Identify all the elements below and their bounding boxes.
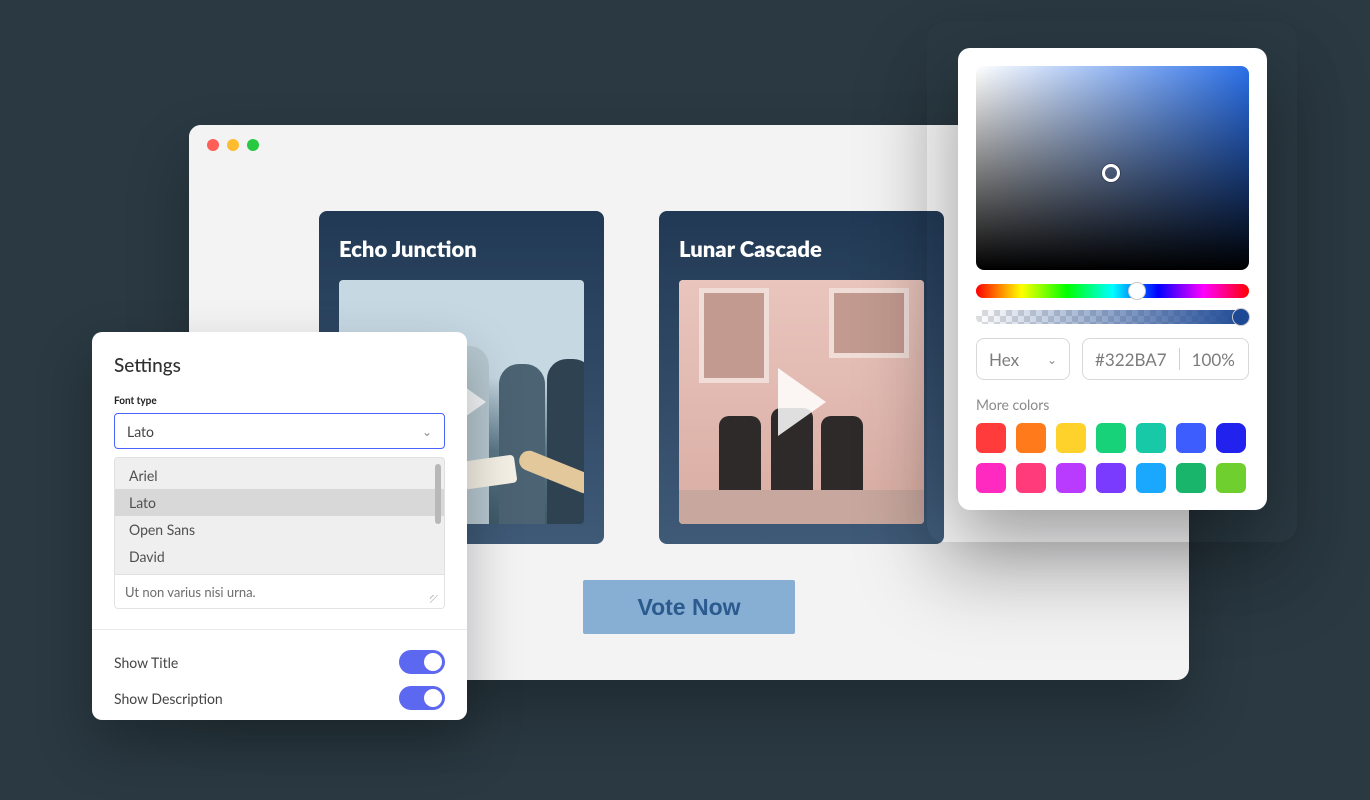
close-icon[interactable] bbox=[207, 139, 219, 151]
chevron-down-icon: ⌄ bbox=[1047, 352, 1057, 367]
color-format-value: Hex bbox=[989, 349, 1019, 370]
description-textarea[interactable]: Ut non varius nisi urna. bbox=[114, 575, 445, 609]
toggle-knob-icon bbox=[424, 653, 442, 671]
band-figure-icon bbox=[499, 364, 545, 524]
show-title-row: Show Title bbox=[114, 644, 445, 680]
color-value-row: Hex ⌄ #322BA7 100% bbox=[976, 338, 1249, 380]
color-format-select[interactable]: Hex ⌄ bbox=[976, 338, 1070, 380]
hex-value: #322BA7 bbox=[1095, 349, 1167, 370]
card-title: Echo Junction bbox=[339, 235, 584, 262]
zoom-icon[interactable] bbox=[247, 139, 259, 151]
vote-button[interactable]: Vote Now bbox=[583, 580, 795, 634]
hue-slider[interactable] bbox=[976, 284, 1249, 298]
show-title-toggle[interactable] bbox=[399, 650, 445, 674]
color-swatch[interactable] bbox=[1176, 423, 1206, 453]
opacity-value: 100% bbox=[1192, 349, 1235, 370]
font-select[interactable]: Lato ⌄ bbox=[114, 413, 445, 449]
more-colors-label: More colors bbox=[976, 396, 1249, 413]
color-swatch[interactable] bbox=[1056, 463, 1086, 493]
font-option-lato[interactable]: Lato bbox=[115, 489, 444, 516]
alpha-slider[interactable] bbox=[976, 310, 1249, 324]
settings-title: Settings bbox=[114, 354, 445, 377]
color-swatch[interactable] bbox=[1056, 423, 1086, 453]
color-swatch[interactable] bbox=[1096, 423, 1126, 453]
chevron-down-icon: ⌄ bbox=[422, 424, 432, 439]
font-options-dropdown[interactable]: Ariel Lato Open Sans David bbox=[114, 457, 445, 575]
settings-panel: Settings Font type Lato ⌄ Ariel Lato Ope… bbox=[92, 332, 467, 720]
color-swatches bbox=[976, 423, 1249, 493]
hue-thumb-icon[interactable] bbox=[1128, 282, 1146, 300]
color-swatch[interactable] bbox=[1016, 423, 1046, 453]
color-swatch[interactable] bbox=[1096, 463, 1126, 493]
textarea-value: Ut non varius nisi urna. bbox=[125, 584, 256, 600]
font-type-label: Font type bbox=[114, 395, 445, 407]
minimize-icon[interactable] bbox=[227, 139, 239, 151]
person-icon bbox=[719, 416, 761, 494]
ground-icon bbox=[679, 490, 924, 524]
card-title: Lunar Cascade bbox=[679, 235, 924, 262]
show-title-label: Show Title bbox=[114, 654, 178, 671]
color-swatch[interactable] bbox=[1136, 423, 1166, 453]
sv-cursor-icon[interactable] bbox=[1102, 164, 1120, 182]
show-description-label: Show Description bbox=[114, 690, 223, 707]
font-select-value: Lato bbox=[127, 423, 154, 440]
font-option-david[interactable]: David bbox=[115, 543, 444, 570]
band-figure-icon bbox=[547, 359, 584, 524]
show-description-row: Show Description bbox=[114, 680, 445, 716]
card-media[interactable] bbox=[679, 280, 924, 524]
color-value-input[interactable]: #322BA7 100% bbox=[1082, 338, 1249, 380]
saturation-value-area[interactable] bbox=[976, 66, 1249, 270]
alpha-thumb-icon[interactable] bbox=[1232, 308, 1250, 326]
color-swatch[interactable] bbox=[1136, 463, 1166, 493]
divider-icon bbox=[1179, 348, 1180, 370]
color-picker: Hex ⌄ #322BA7 100% More colors bbox=[958, 48, 1267, 510]
color-swatch[interactable] bbox=[1016, 463, 1046, 493]
color-swatch[interactable] bbox=[1216, 423, 1246, 453]
divider bbox=[92, 629, 467, 630]
poll-card[interactable]: Lunar Cascade bbox=[659, 211, 944, 544]
scrollbar-thumb[interactable] bbox=[435, 464, 441, 524]
font-option-ariel[interactable]: Ariel bbox=[115, 462, 444, 489]
color-swatch[interactable] bbox=[976, 423, 1006, 453]
color-swatch[interactable] bbox=[1216, 463, 1246, 493]
window-icon bbox=[699, 288, 769, 383]
window-icon bbox=[829, 288, 909, 358]
font-option-open-sans[interactable]: Open Sans bbox=[115, 516, 444, 543]
toggle-knob-icon bbox=[424, 689, 442, 707]
person-icon bbox=[821, 416, 863, 494]
show-description-toggle[interactable] bbox=[399, 686, 445, 710]
color-swatch[interactable] bbox=[1176, 463, 1206, 493]
play-icon[interactable] bbox=[778, 368, 826, 436]
color-swatch[interactable] bbox=[976, 463, 1006, 493]
